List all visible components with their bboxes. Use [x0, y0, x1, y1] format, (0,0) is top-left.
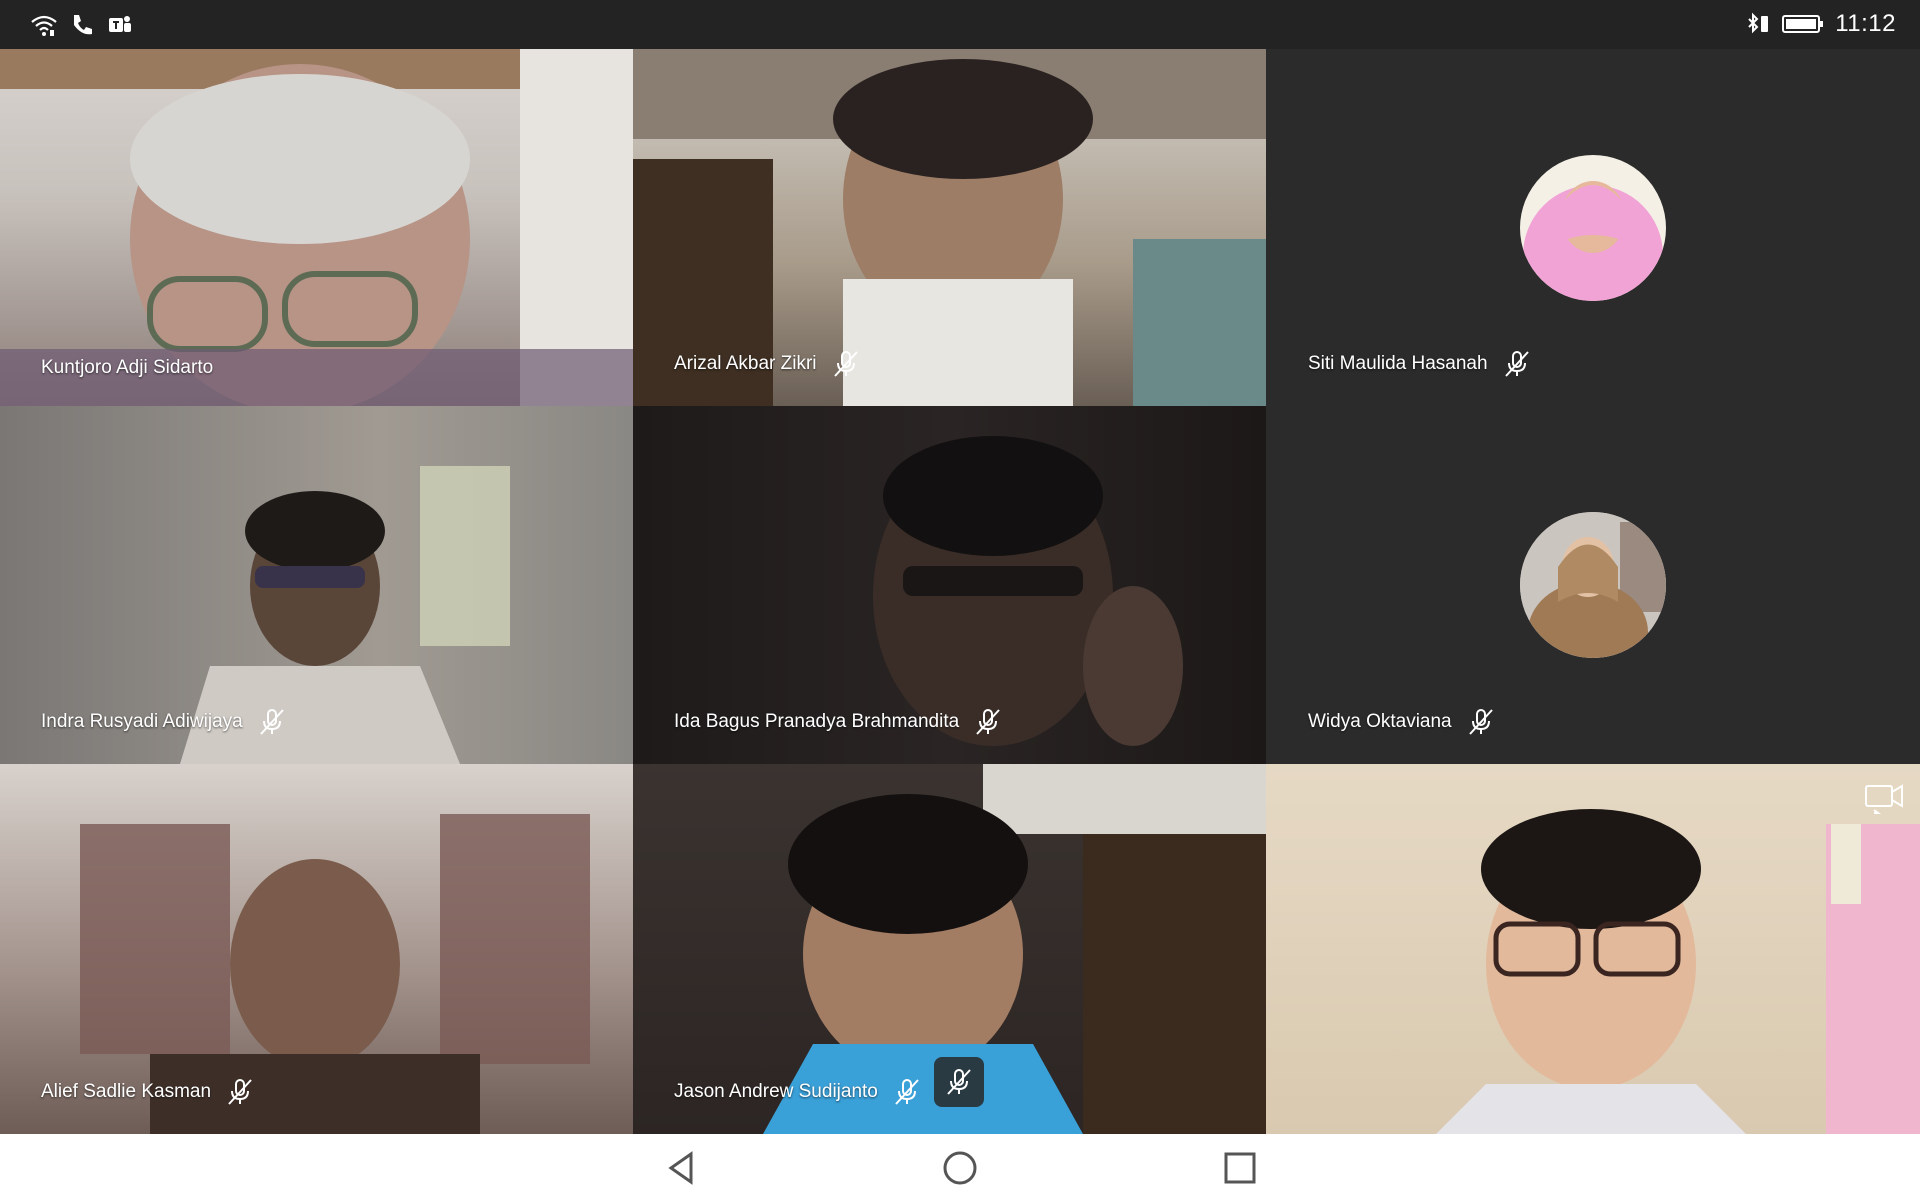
participant-name: Kuntjoro Adji Sidarto	[41, 357, 214, 378]
participant-name: Indra Rusyadi Adiwijaya	[41, 711, 243, 732]
participant-tile-4[interactable]: Indra Rusyadi Adiwijaya	[0, 406, 633, 764]
video-feed	[1266, 764, 1920, 1134]
teams-icon	[109, 16, 131, 32]
participant-name: Widya Oktaviana	[1308, 711, 1452, 732]
avatar-image	[1523, 181, 1663, 301]
avatar	[1520, 512, 1666, 658]
participant-label: Jason Andrew Sudijanto	[674, 1077, 922, 1107]
participant-name: Alief Sadlie Kasman	[41, 1081, 212, 1102]
navigation-bar	[0, 1134, 1920, 1200]
avatar-image	[1520, 512, 1666, 658]
battery-icon	[1782, 15, 1824, 33]
avatar	[1520, 155, 1666, 301]
mic-off-icon	[833, 351, 858, 377]
participant-label: Indra Rusyadi Adiwijaya	[41, 707, 287, 737]
status-left-icons	[30, 11, 134, 39]
participant-label: Arizal Akbar Zikri	[674, 349, 861, 379]
back-icon[interactable]	[661, 1148, 701, 1188]
mic-off-icon	[259, 709, 284, 735]
participant-video-image	[0, 49, 633, 406]
status-bar: 11:12	[0, 0, 1920, 49]
recents-icon[interactable]	[1220, 1148, 1260, 1188]
phone-icon	[74, 15, 92, 35]
participant-label: Kuntjoro Adji Sidarto	[41, 357, 213, 379]
participant-tile-3[interactable]: Siti Maulida Hasanah	[1266, 49, 1920, 406]
mic-off-icon	[947, 1069, 971, 1095]
video-grid: Kuntjoro Adji Sidarto Arizal Akbar Zikri	[0, 49, 1920, 1134]
mic-off-icon	[1468, 709, 1493, 735]
mic-off-icon	[895, 1079, 919, 1105]
participant-tile-1[interactable]: Kuntjoro Adji Sidarto	[0, 49, 633, 406]
participant-label: Ida Bagus Pranadya Brahmandita	[674, 707, 1003, 737]
participant-video-image	[1436, 809, 1920, 1134]
participant-tile-7[interactable]: Alief Sadlie Kasman	[0, 764, 633, 1134]
participant-name: Siti Maulida Hasanah	[1308, 353, 1488, 374]
participant-label: Widya Oktaviana	[1308, 707, 1496, 737]
status-right: 11:12	[1743, 10, 1896, 38]
participant-name: Jason Andrew Sudijanto	[674, 1081, 878, 1102]
self-mute-button[interactable]	[934, 1057, 984, 1107]
participant-name: Ida Bagus Pranadya Brahmandita	[674, 711, 960, 732]
video-feed	[0, 49, 633, 406]
switch-camera-icon[interactable]	[1864, 780, 1904, 814]
bluetooth-battery-icon	[1748, 12, 1769, 34]
participant-tile-5[interactable]: Ida Bagus Pranadya Brahmandita	[633, 406, 1266, 764]
participant-tile-8[interactable]: Jason Andrew Sudijanto	[633, 764, 1266, 1134]
mic-off-icon	[1504, 351, 1529, 377]
participant-label: Siti Maulida Hasanah	[1308, 349, 1532, 379]
self-view-tile[interactable]	[1266, 764, 1920, 1134]
status-time: 11:12	[1835, 10, 1896, 37]
participant-tile-2[interactable]: Arizal Akbar Zikri	[633, 49, 1266, 406]
mic-off-icon	[228, 1079, 252, 1105]
mic-off-icon	[976, 709, 1000, 735]
participant-name: Arizal Akbar Zikri	[674, 353, 817, 374]
participant-label: Alief Sadlie Kasman	[41, 1077, 255, 1107]
wifi-calling-icon	[31, 15, 57, 36]
home-icon[interactable]	[940, 1148, 980, 1188]
participant-tile-6[interactable]: Widya Oktaviana	[1266, 406, 1920, 764]
